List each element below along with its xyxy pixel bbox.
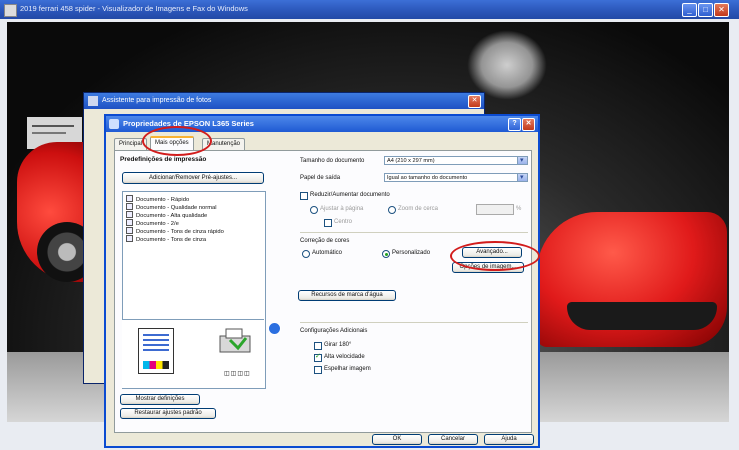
auto-color-radio[interactable] bbox=[302, 250, 310, 258]
zoom-label: Zoom de cerca bbox=[398, 206, 439, 212]
output-paper-label: Papel de saída bbox=[300, 175, 341, 181]
maximize-button[interactable]: □ bbox=[698, 3, 713, 17]
minimize-button[interactable]: _ bbox=[682, 3, 697, 17]
fit-page-radio[interactable] bbox=[310, 206, 318, 214]
doc-size-select[interactable]: A4 (210 x 297 mm) bbox=[384, 156, 528, 165]
status-bubble-icon bbox=[268, 322, 281, 335]
wizard-titlebar[interactable]: Assistente para impressão de fotos ✕ bbox=[84, 93, 484, 109]
viewer-app-icon bbox=[4, 4, 17, 17]
advanced-button[interactable]: Avançado... bbox=[462, 247, 522, 258]
document-preview-icon bbox=[138, 328, 174, 374]
extra-settings-title: Configurações Adicionais bbox=[300, 328, 368, 334]
rotate-180-label: Girar 180° bbox=[324, 342, 352, 348]
ink-level-icons: ◫◫◫◫ bbox=[224, 371, 251, 377]
list-item[interactable]: Documento - Qualidade normal bbox=[126, 203, 217, 211]
list-item[interactable]: Documento - Rápido bbox=[126, 195, 189, 203]
custom-color-radio[interactable] bbox=[382, 250, 390, 258]
list-item[interactable]: Documento - Tons de cinza bbox=[126, 235, 206, 243]
printer-icon bbox=[219, 328, 251, 353]
zoom-spinner[interactable] bbox=[476, 204, 514, 215]
presets-title: Predefinições de impressão bbox=[120, 156, 207, 163]
divider bbox=[300, 232, 528, 233]
dialog-close-button[interactable]: ✕ bbox=[522, 118, 535, 131]
wizard-title: Assistente para impressão de fotos bbox=[102, 97, 212, 104]
chevron-down-icon bbox=[517, 174, 527, 181]
show-settings-button[interactable]: Mostrar definições bbox=[120, 394, 200, 405]
center-checkbox[interactable] bbox=[324, 219, 332, 227]
tab-manutencao[interactable]: Manutenção bbox=[202, 138, 246, 150]
zoom-unit: % bbox=[516, 206, 522, 212]
list-item[interactable]: Documento - Tons de cinza rápido bbox=[126, 227, 224, 235]
custom-color-label: Personalizado bbox=[392, 250, 431, 256]
printer-properties-dialog: Propriedades de EPSON L365 Series ? ✕ Pr… bbox=[104, 114, 540, 448]
tab-mais-opcoes[interactable]: Mais opções bbox=[150, 136, 194, 151]
document-icon bbox=[126, 235, 133, 242]
cancel-button[interactable]: Cancelar bbox=[428, 434, 478, 445]
center-label: Centro bbox=[334, 219, 353, 225]
zoom-radio[interactable] bbox=[388, 206, 396, 214]
reduce-enlarge-label: Reduzir/Aumentar documento bbox=[310, 192, 390, 198]
wizard-close-button[interactable]: ✕ bbox=[468, 95, 481, 108]
prancing-horse-sculpture bbox=[467, 30, 547, 100]
dialog-title: Propriedades de EPSON L365 Series bbox=[123, 119, 254, 128]
fit-page-label: Ajustar à página bbox=[320, 206, 364, 212]
auto-color-label: Automático bbox=[312, 250, 343, 256]
document-icon bbox=[126, 203, 133, 210]
list-item[interactable]: Documento - Alta qualidade bbox=[126, 211, 207, 219]
printer-small-icon bbox=[109, 119, 119, 129]
info-sign-line bbox=[32, 132, 66, 134]
help-button[interactable]: Ajuda bbox=[484, 434, 534, 445]
document-icon bbox=[126, 195, 133, 202]
dialog-titlebar[interactable]: Propriedades de EPSON L365 Series ? ✕ bbox=[106, 116, 538, 132]
ok-button[interactable]: OK bbox=[372, 434, 422, 445]
wizard-icon bbox=[88, 96, 98, 106]
chevron-down-icon bbox=[517, 157, 527, 164]
color-correction-title: Correção de cores bbox=[300, 238, 350, 244]
viewer-close-button[interactable]: ✕ bbox=[714, 3, 729, 17]
divider bbox=[300, 322, 528, 323]
mirror-checkbox[interactable] bbox=[314, 366, 322, 374]
doc-size-label: Tamanho do documento bbox=[300, 158, 365, 164]
document-icon bbox=[126, 211, 133, 218]
restore-defaults-button[interactable]: Restaurar ajustes padrão bbox=[120, 408, 216, 419]
image-options-button[interactable]: Opções de imagem... bbox=[452, 262, 524, 273]
document-icon bbox=[126, 219, 133, 226]
info-sign-line bbox=[32, 125, 74, 127]
add-remove-presets-button[interactable]: Adicionar/Remover Pré-ajustes... bbox=[122, 172, 264, 184]
help-title-button[interactable]: ? bbox=[508, 118, 521, 131]
high-speed-label: Alta velocidade bbox=[324, 354, 365, 360]
tab-principal[interactable]: Principal bbox=[114, 138, 148, 150]
list-item[interactable]: Documento - 2/e bbox=[126, 219, 179, 227]
reduce-enlarge-checkbox[interactable] bbox=[300, 192, 308, 200]
car-grille bbox=[567, 302, 717, 330]
watermark-button[interactable]: Recursos de marca d'água bbox=[298, 290, 396, 301]
mirror-label: Espelhar imagem bbox=[324, 366, 371, 372]
viewer-title: 2019 ferrari 458 spider - Visualizador d… bbox=[20, 4, 248, 13]
high-speed-checkbox[interactable] bbox=[314, 352, 322, 362]
rotate-180-checkbox[interactable] bbox=[314, 342, 322, 350]
document-icon bbox=[126, 227, 133, 234]
output-paper-select[interactable]: Igual ao tamanho do documento bbox=[384, 173, 528, 182]
viewer-titlebar[interactable]: 2019 ferrari 458 spider - Visualizador d… bbox=[0, 0, 739, 19]
